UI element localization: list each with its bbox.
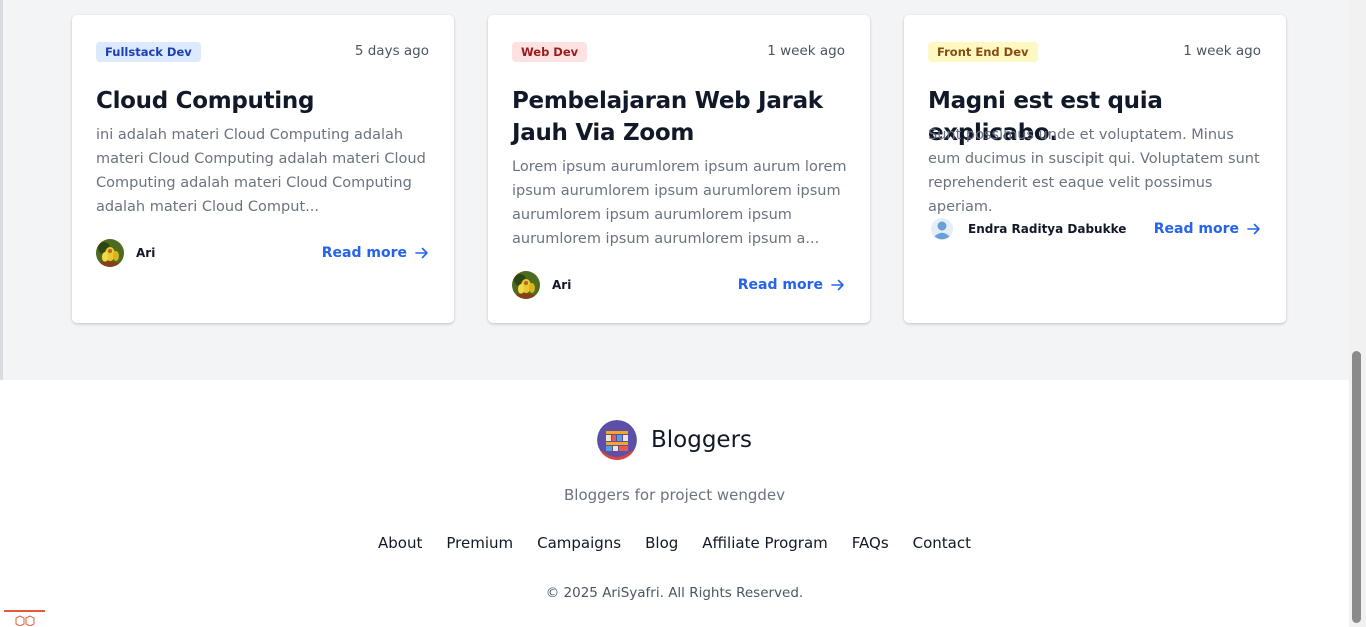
author-name: Ari xyxy=(136,246,156,260)
flower-photo-avatar-icon xyxy=(512,271,540,299)
footer-tagline: Bloggers for project wengdev xyxy=(563,486,786,504)
post-title[interactable]: Pembelajaran Web Jarak Jauh Via Zoom xyxy=(512,85,852,149)
category-badge[interactable]: Fullstack Dev xyxy=(96,42,201,62)
arrow-right-icon xyxy=(1247,223,1260,235)
author-name: Ari xyxy=(552,278,572,292)
footer-link-about[interactable]: About xyxy=(378,534,422,552)
post-excerpt: Sunt possimus unde et voluptatem. Minus … xyxy=(928,127,1260,215)
arrow-right-icon xyxy=(415,247,428,259)
footer-link-campaigns[interactable]: Campaigns xyxy=(537,534,621,552)
footer-link-premium[interactable]: Premium xyxy=(446,534,513,552)
post-excerpt: ini adalah materi Cloud Computing adalah… xyxy=(96,127,426,215)
footer-link-faqs[interactable]: FAQs xyxy=(852,534,889,552)
flower-photo-avatar-icon xyxy=(96,239,124,267)
posts-section: Fullstack Dev 5 days ago Cloud Computing… xyxy=(0,0,1349,380)
post-time: 5 days ago xyxy=(354,43,429,59)
footer-link-blog[interactable]: Blog xyxy=(645,534,678,552)
category-badge[interactable]: Web Dev xyxy=(512,42,588,62)
read-more-link[interactable]: Read more xyxy=(738,271,845,299)
scrollbar-thumb[interactable] xyxy=(1352,351,1361,623)
post-card: Front End Dev 1 week ago Magni est est q… xyxy=(904,15,1286,323)
cube-icon xyxy=(15,615,35,626)
footer-copyright: © 2025 AriSyafri. All Rights Reserved. xyxy=(545,585,804,601)
read-more-label: Read more xyxy=(737,277,823,293)
footer-nav: About Premium Campaigns Blog Affiliate P… xyxy=(0,534,1349,552)
post-author: Ari xyxy=(512,271,571,299)
post-time: 1 week ago xyxy=(1183,43,1261,59)
page-scrollbar[interactable] xyxy=(1349,0,1366,627)
footer-brand-name: Bloggers xyxy=(650,427,753,453)
post-card: Fullstack Dev 5 days ago Cloud Computing… xyxy=(72,15,454,323)
post-title[interactable]: Cloud Computing xyxy=(96,85,436,117)
footer-link-contact[interactable]: Contact xyxy=(913,534,971,552)
default-user-avatar-icon xyxy=(928,215,956,243)
site-footer: Bloggers Bloggers for project wengdev Ab… xyxy=(0,380,1349,627)
read-more-label: Read more xyxy=(1153,221,1239,237)
footer-link-affiliate-program[interactable]: Affiliate Program xyxy=(702,534,827,552)
post-author: Endra Raditya Dabukke xyxy=(928,215,1126,243)
read-more-link[interactable]: Read more xyxy=(1154,215,1261,243)
post-excerpt: Lorem ipsum aurumlorem ipsum aurum lorem… xyxy=(512,159,847,247)
read-more-label: Read more xyxy=(321,245,407,261)
author-name: Endra Raditya Dabukke xyxy=(968,222,1127,236)
read-more-link[interactable]: Read more xyxy=(322,239,429,267)
bookshelf-logo-icon xyxy=(596,420,637,460)
category-badge[interactable]: Front End Dev xyxy=(928,42,1038,62)
page: Fullstack Dev 5 days ago Cloud Computing… xyxy=(0,0,1349,627)
footer-brand[interactable]: Bloggers xyxy=(0,420,1349,460)
post-author: Ari xyxy=(96,239,155,267)
post-time: 1 week ago xyxy=(767,43,845,59)
post-card: Web Dev 1 week ago Pembelajaran Web Jara… xyxy=(488,15,870,323)
floating-widget-badge[interactable] xyxy=(4,610,45,627)
arrow-right-icon xyxy=(831,279,844,291)
